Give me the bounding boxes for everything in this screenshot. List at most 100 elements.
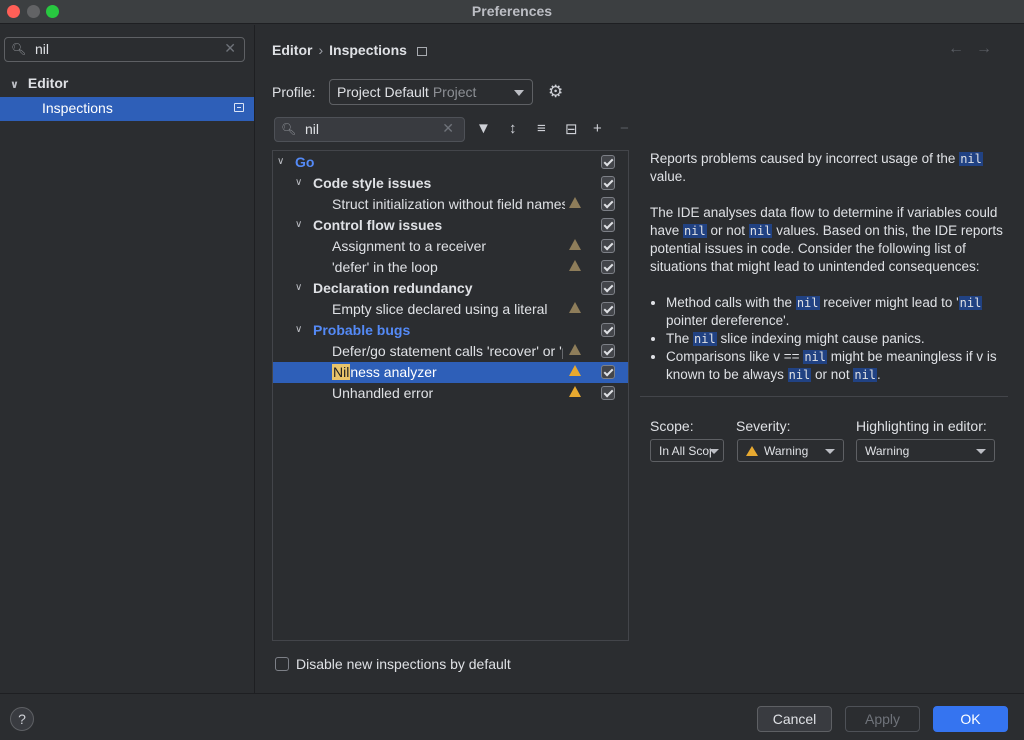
warning-icon — [569, 386, 581, 397]
enabled-checkbox[interactable] — [601, 197, 615, 211]
tree-row-label: Control flow issues — [313, 217, 443, 233]
description-text: or not — [710, 223, 746, 238]
chevron-down-icon[interactable]: ∨ — [295, 177, 302, 188]
chevron-down-icon[interactable]: ∨ — [277, 156, 284, 167]
profile-dropdown[interactable]: Project Default Project — [329, 79, 533, 105]
enabled-checkbox[interactable] — [601, 239, 615, 253]
chevron-down-icon[interactable]: ∨ — [295, 282, 302, 293]
search-match-highlight: Nil — [332, 364, 351, 380]
code-nil: nil — [958, 296, 983, 310]
enabled-checkbox[interactable] — [601, 302, 615, 316]
sidebar-item-label: Editor — [27, 75, 69, 91]
inspection-description: Reports problems caused by incorrect usa… — [650, 150, 1010, 384]
enabled-checkbox[interactable] — [601, 344, 615, 358]
warning-icon — [746, 446, 758, 456]
scope-dropdown[interactable]: In All Scopes — [650, 439, 724, 462]
collapse-all-icon[interactable]: ≡ — [537, 120, 546, 137]
description-list: Method calls with the nil receiver might… — [650, 294, 1010, 384]
sidebar-item-editor[interactable]: ∨ Editor — [10, 75, 68, 91]
title-bar: Preferences — [0, 0, 1024, 24]
list-item: Comparisons like v == nil might be meani… — [666, 348, 1010, 384]
code-nil: nil — [693, 332, 717, 346]
tree-row-label: Nilness analyzer — [332, 364, 437, 380]
breadcrumb-editor[interactable]: Editor — [272, 42, 312, 58]
description-text: . — [877, 367, 881, 382]
chevron-down-icon[interactable]: ∨ — [295, 324, 302, 335]
tree-row-decl-redundancy[interactable]: ∨ Declaration redundancy — [273, 278, 628, 299]
tree-row-unhandled-error[interactable]: Unhandled error — [273, 383, 628, 404]
inspection-tree: ∨ Go ∨ Code style issues Struct initiali… — [272, 150, 629, 641]
enabled-checkbox[interactable] — [601, 386, 615, 400]
disable-new-inspections-checkbox[interactable] — [275, 657, 289, 671]
highlighting-label: Highlighting in editor: — [856, 418, 987, 434]
help-button[interactable]: ? — [10, 707, 34, 731]
description-text: slice indexing might cause panics. — [720, 331, 925, 346]
sidebar-item-label: Inspections — [42, 100, 113, 116]
tree-row-go[interactable]: ∨ Go — [273, 152, 628, 173]
breadcrumb-inspections: Inspections — [329, 42, 407, 58]
tree-row-label: Defer/go statement calls 'recover' or 'p… — [332, 343, 563, 359]
back-arrow-icon[interactable]: ← — [948, 40, 976, 57]
tree-row-empty-slice[interactable]: Empty slice declared using a literal — [273, 299, 628, 320]
tree-row-defer-loop[interactable]: 'defer' in the loop — [273, 257, 628, 278]
tree-row-label-rest: ness analyzer — [350, 364, 437, 380]
filter-icon[interactable]: ▼ — [476, 120, 491, 137]
enabled-checkbox[interactable] — [601, 260, 615, 274]
enabled-checkbox[interactable] — [601, 176, 615, 190]
expand-all-icon[interactable]: ↕ — [509, 120, 517, 137]
forward-arrow-icon[interactable]: → — [976, 40, 1004, 57]
scope-value: In All Scopes — [659, 444, 711, 458]
warning-icon — [569, 365, 581, 376]
reset-to-default-icon[interactable]: ⊟ — [565, 120, 578, 138]
description-text: The — [666, 331, 690, 346]
sidebar-item-inspections[interactable]: Inspections — [0, 97, 254, 121]
disable-new-inspections-label[interactable]: Disable new inspections by default — [296, 656, 511, 672]
breadcrumb: Editor › Inspections — [272, 42, 427, 58]
tree-row-label: Struct initialization without field name… — [332, 196, 565, 212]
tree-row-defer-recover[interactable]: Defer/go statement calls 'recover' or 'p… — [273, 341, 628, 362]
inspection-search-value: nil — [305, 121, 320, 137]
description-text: pointer dereference'. — [666, 313, 790, 328]
chevron-down-icon[interactable]: ∨ — [295, 219, 302, 230]
tree-row-nilness[interactable]: Nilness analyzer — [273, 362, 628, 383]
code-nil: nil — [959, 152, 983, 166]
profile-name: Project Default — [337, 84, 429, 100]
tree-row-probable-bugs[interactable]: ∨ Probable bugs — [273, 320, 628, 341]
clear-search-icon[interactable]: ✕ — [442, 120, 454, 137]
code-nil: nil — [683, 224, 707, 238]
enabled-checkbox[interactable] — [601, 155, 615, 169]
enabled-checkbox[interactable] — [601, 281, 615, 295]
divider — [640, 396, 1008, 397]
highlighting-value: Warning — [865, 444, 910, 458]
severity-dropdown[interactable]: Warning — [737, 439, 844, 462]
tree-row-label: Unhandled error — [332, 385, 434, 401]
description-text: receiver might lead to ' — [823, 295, 959, 310]
code-nil: nil — [853, 368, 878, 382]
weak-warning-icon — [569, 197, 581, 208]
highlighting-dropdown[interactable]: Warning — [856, 439, 995, 462]
enabled-checkbox[interactable] — [601, 365, 615, 379]
description-text: or not — [815, 367, 850, 382]
cancel-button[interactable]: Cancel — [757, 706, 832, 732]
chevron-down-icon[interactable]: ∨ — [10, 78, 24, 91]
settings-search-input[interactable]: 🔍︎ nil ✕ — [4, 37, 245, 62]
tree-row-control-flow[interactable]: ∨ Control flow issues — [273, 215, 628, 236]
enabled-checkbox[interactable] — [601, 323, 615, 337]
tree-row-assign-receiver[interactable]: Assignment to a receiver — [273, 236, 628, 257]
inspection-search-input[interactable]: 🔍︎ nil ✕ — [274, 117, 465, 142]
enabled-checkbox[interactable] — [601, 218, 615, 232]
tree-row-label: Go — [295, 154, 315, 170]
description-text: value. — [650, 169, 687, 184]
add-icon[interactable]: + — [593, 120, 602, 137]
apply-button: Apply — [845, 706, 920, 732]
project-level-icon — [416, 46, 427, 56]
scope-label: Scope: — [650, 418, 694, 434]
tree-row-label: Probable bugs — [313, 322, 411, 338]
tree-row-struct-init[interactable]: Struct initialization without field name… — [273, 194, 628, 215]
clear-search-icon[interactable]: ✕ — [224, 40, 236, 57]
code-nil: nil — [803, 350, 828, 364]
ok-button[interactable]: OK — [933, 706, 1008, 732]
gear-icon[interactable]: ⚙ — [548, 82, 563, 102]
tree-row-code-style[interactable]: ∨ Code style issues — [273, 173, 628, 194]
list-item: The nil slice indexing might cause panic… — [666, 330, 1010, 348]
